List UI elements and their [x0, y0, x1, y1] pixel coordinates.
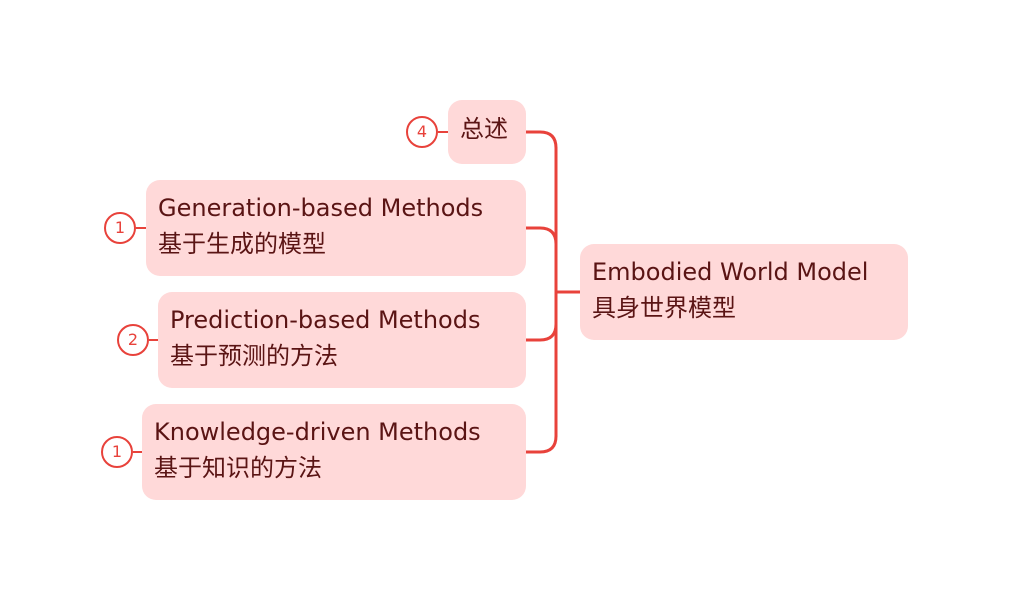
- topic-prediction-title: Prediction-based Methods: [170, 306, 481, 334]
- collapse-badge-overview[interactable]: 4: [406, 116, 438, 148]
- topic-overview[interactable]: 总述: [448, 100, 526, 164]
- topic-overview-label: 总述: [460, 115, 508, 143]
- connector-branch-generation: [526, 226, 558, 245]
- root-topic-subtitle: 具身世界模型: [592, 294, 736, 322]
- mind-map-canvas: Embodied World Model 具身世界模型 总述 4 Generat…: [0, 0, 1010, 600]
- connector-branch-knowledge: [526, 435, 558, 454]
- collapse-badge-knowledge[interactable]: 1: [101, 436, 133, 468]
- collapse-badge-generation[interactable]: 1: [104, 212, 136, 244]
- root-topic[interactable]: Embodied World Model 具身世界模型: [580, 244, 908, 340]
- root-topic-title: Embodied World Model: [592, 258, 869, 286]
- connector-branch-prediction: [526, 323, 558, 342]
- collapse-badge-prediction[interactable]: 2: [117, 324, 149, 356]
- topic-prediction-subtitle: 基于预测的方法: [170, 342, 338, 370]
- topic-knowledge-subtitle: 基于知识的方法: [154, 454, 322, 482]
- topic-generation-based[interactable]: Generation-based Methods 基于生成的模型: [146, 180, 526, 276]
- connector-branch-overview: [526, 130, 558, 149]
- topic-generation-subtitle: 基于生成的模型: [158, 230, 326, 258]
- topic-knowledge-driven[interactable]: Knowledge-driven Methods 基于知识的方法: [142, 404, 526, 500]
- topic-knowledge-title: Knowledge-driven Methods: [154, 418, 481, 446]
- topic-generation-title: Generation-based Methods: [158, 194, 484, 222]
- topic-prediction-based[interactable]: Prediction-based Methods 基于预测的方法: [158, 292, 526, 388]
